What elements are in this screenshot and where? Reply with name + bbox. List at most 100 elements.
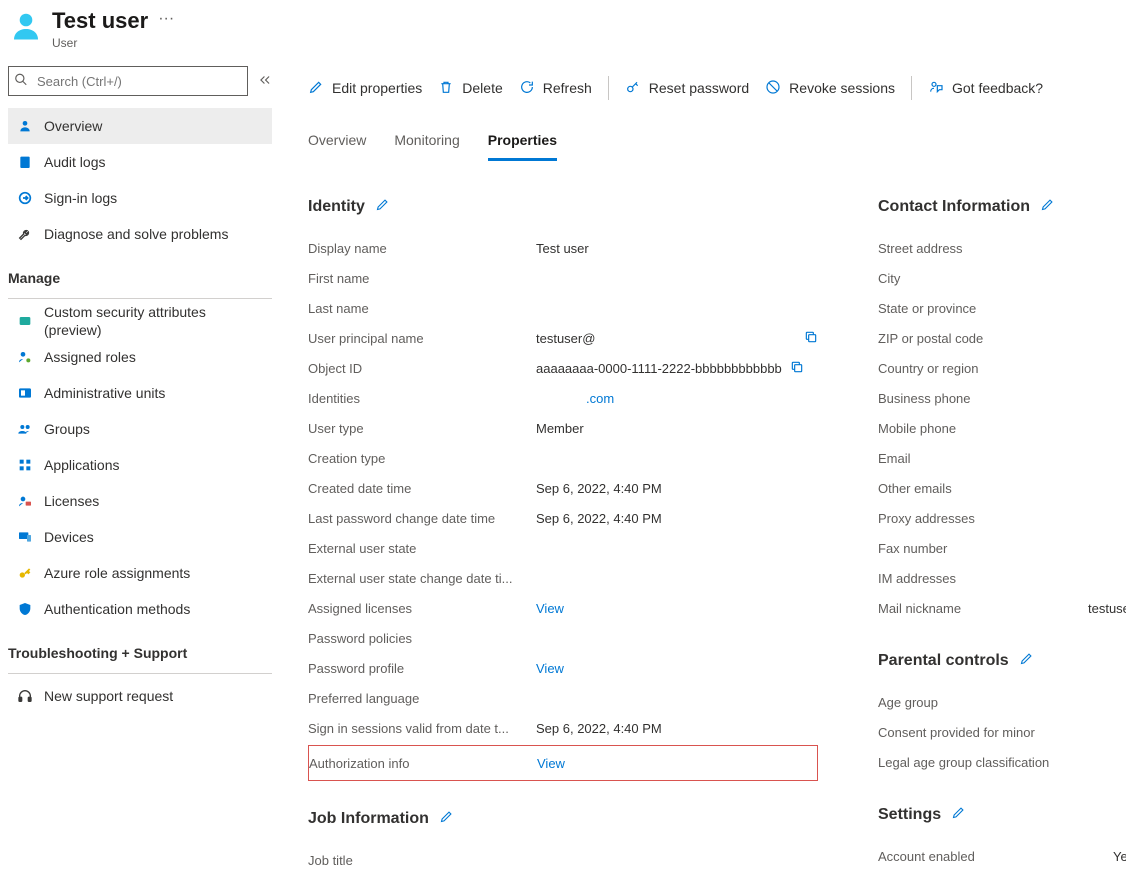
sidebar-item-auth-methods[interactable]: Authentication methods [8,591,272,627]
edit-properties-button[interactable]: Edit properties [308,66,422,110]
view-licenses-link[interactable]: View [536,601,564,616]
field-value: Sep 6, 2022, 4:40 PM [536,721,818,736]
field-label: Job title [308,853,536,868]
field-label: Assigned licenses [308,601,536,616]
field-label: Preferred language [308,691,536,706]
authorization-info-highlight: Authorization infoView [308,745,818,781]
field-label: Street address [878,241,1088,256]
search-icon [14,73,28,90]
copy-icon[interactable] [790,360,804,377]
tab-properties[interactable]: Properties [488,132,557,161]
sidebar-item-applications[interactable]: Applications [8,447,272,483]
field-label: State or province [878,301,1088,316]
section-identity: Identity [308,197,818,217]
field-label: Email [878,451,1088,466]
field-label: Fax number [878,541,1088,556]
copy-icon[interactable] [804,330,818,347]
feedback-button[interactable]: Got feedback? [928,66,1043,110]
field-value: Member [536,421,818,436]
section-job-information: Job Information [308,809,818,829]
groups-icon [16,420,34,438]
divider [8,673,272,674]
sidebar-item-label: New support request [44,688,173,704]
sidebar-item-devices[interactable]: Devices [8,519,272,555]
reset-password-button[interactable]: Reset password [625,66,749,110]
apps-icon [16,456,34,474]
sidebar-item-admin-units[interactable]: Administrative units [8,375,272,411]
more-menu-icon[interactable]: ··· [158,8,174,28]
sidebar-item-azure-role[interactable]: Azure role assignments [8,555,272,591]
person-gear-icon [16,348,34,366]
sidebar-item-label: Custom security attributes (preview) [44,303,264,339]
sidebar-search[interactable] [8,66,248,96]
sidebar-item-support[interactable]: New support request [8,678,272,714]
divider [8,298,272,299]
sidebar-item-audit-logs[interactable]: Audit logs [8,144,272,180]
field-label: ZIP or postal code [878,331,1088,346]
license-icon [16,492,34,510]
sidebar-item-licenses[interactable]: Licenses [8,483,272,519]
field-label: Password profile [308,661,536,676]
field-label: Object ID [308,361,536,376]
field-label: Identities [308,391,536,406]
sidebar-item-groups[interactable]: Groups [8,411,272,447]
collapse-sidebar-icon[interactable] [258,73,272,90]
edit-icon[interactable] [1040,197,1055,217]
tab-overview[interactable]: Overview [308,132,366,161]
view-password-profile-link[interactable]: View [536,661,564,676]
wrench-icon [16,225,34,243]
sidebar-item-signin-logs[interactable]: Sign-in logs [8,180,272,216]
field-label: User principal name [308,331,536,346]
view-authorization-info-link[interactable]: View [537,756,565,771]
field-label: Account enabled [878,849,1088,864]
toolbar-divider [911,76,912,100]
edit-icon[interactable] [951,805,966,825]
sidebar-item-label: Applications [44,457,120,473]
sidebar-item-label: Audit logs [44,154,105,170]
sidebar-item-label: Overview [44,118,102,134]
field-label: Creation type [308,451,536,466]
field-value: testuser@ [536,331,595,346]
field-value: Test user [536,241,818,256]
field-label: External user state change date ti... [308,571,536,586]
sidebar-item-diagnose[interactable]: Diagnose and solve problems [8,216,272,252]
tab-monitoring[interactable]: Monitoring [394,132,459,161]
page-title: Test user [52,8,148,34]
edit-icon[interactable] [439,809,454,829]
sidebar-item-overview[interactable]: Overview [8,108,272,144]
shield-icon [16,600,34,618]
sidebar-item-label: Authentication methods [44,601,190,617]
delete-button[interactable]: Delete [438,66,502,110]
sidebar-item-label: Administrative units [44,385,165,401]
field-label: Age group [878,695,1088,710]
sidebar-item-custom-security[interactable]: Custom security attributes (preview) [8,303,272,339]
refresh-button[interactable]: Refresh [519,66,592,110]
feedback-icon [928,79,944,98]
trash-icon [438,79,454,98]
sidebar-item-label: Sign-in logs [44,190,117,206]
sidebar-item-label: Licenses [44,493,99,509]
tab-bar: Overview Monitoring Properties [308,132,1126,161]
section-settings: Settings [878,805,1126,825]
block-icon [765,79,781,98]
field-label: Legal age group classification [878,755,1088,770]
key-icon [625,79,641,98]
sidebar-section-manage: Manage [8,252,272,294]
field-label: External user state [308,541,536,556]
section-parental-controls: Parental controls [878,651,1126,671]
revoke-sessions-button[interactable]: Revoke sessions [765,66,895,110]
command-bar: Edit properties Delete Refresh Reset pas… [308,66,1126,110]
edit-icon[interactable] [375,197,390,217]
identities-link[interactable]: .com [586,391,614,406]
sidebar-item-assigned-roles[interactable]: Assigned roles [8,339,272,375]
field-label: Other emails [878,481,1088,496]
field-label: Last password change date time [308,511,536,526]
badge-icon [16,312,34,330]
search-input[interactable] [8,66,248,96]
edit-icon[interactable] [1019,651,1034,671]
field-value: Yes [1088,849,1126,864]
sidebar-item-label: Devices [44,529,94,545]
field-label: Country or region [878,361,1088,376]
edit-icon [308,79,324,98]
field-value: aaaaaaaa-0000-1111-2222-bbbbbbbbbbbb [536,361,782,376]
